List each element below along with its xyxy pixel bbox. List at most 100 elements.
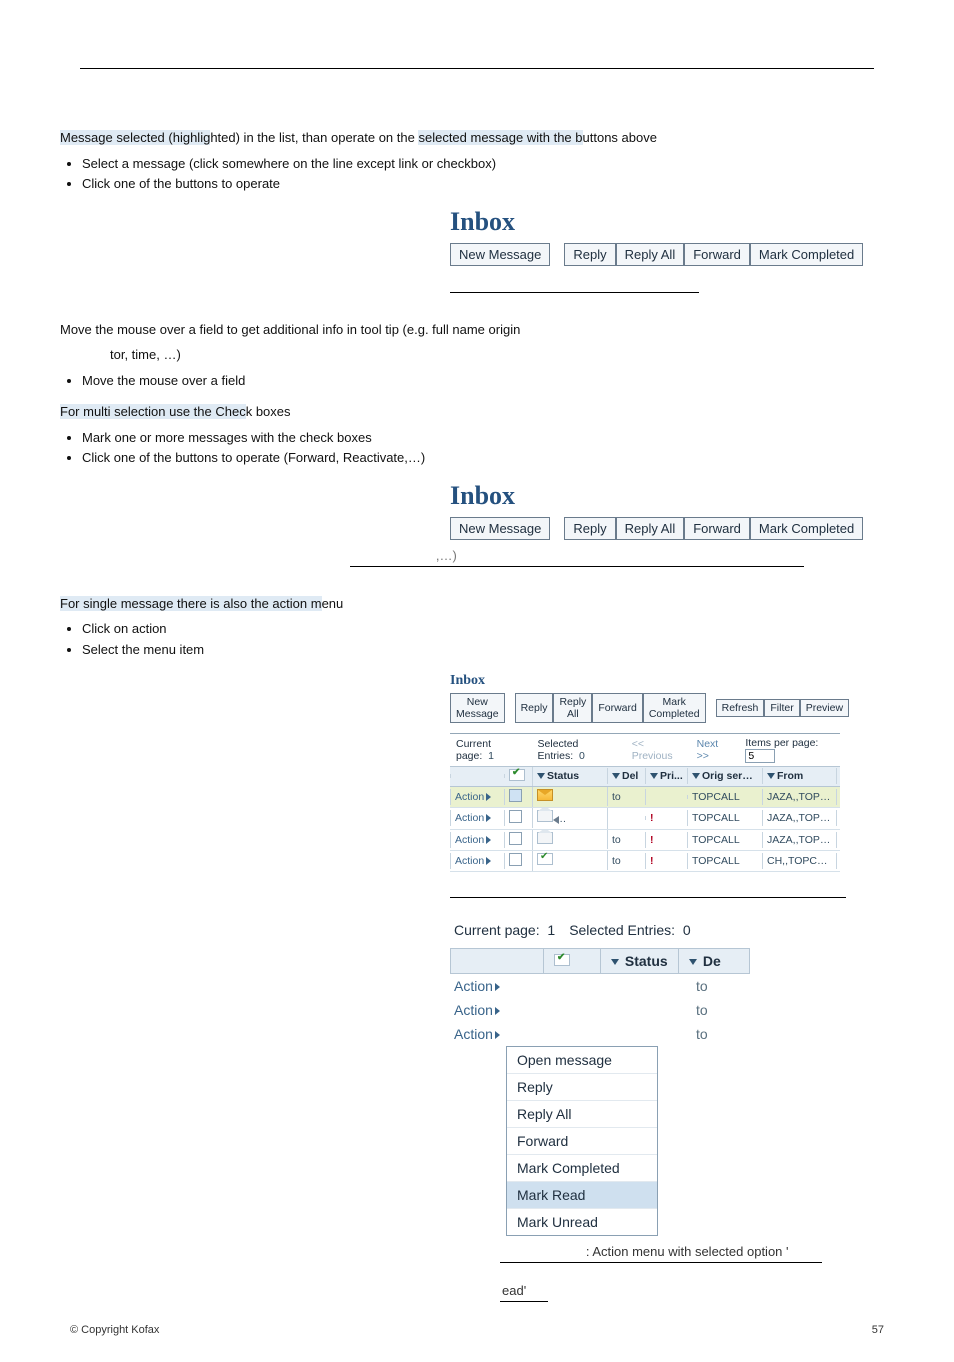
table-row[interactable]: Actionto!TOPCALLCH,,TOPCALL xyxy=(450,851,840,872)
mark-completed-button[interactable]: Mark Completed xyxy=(750,517,863,540)
orig-cell: TOPCALL xyxy=(688,810,763,826)
status-header[interactable]: Status xyxy=(601,948,679,973)
pri-cell: ! xyxy=(646,832,688,848)
bullet-item: Select the menu item xyxy=(82,641,894,659)
status-cell xyxy=(533,830,608,849)
preview-button[interactable]: Preview xyxy=(800,699,849,717)
inbox-title: Inbox xyxy=(450,207,894,237)
from-cell: JAZA,,TOPCALL xyxy=(763,789,837,805)
body-text-3: For single message there is also the act… xyxy=(60,595,894,659)
caret-right-icon xyxy=(495,1031,500,1039)
reply-button[interactable]: Reply xyxy=(515,693,554,723)
inbox-title: Inbox xyxy=(450,481,894,511)
orig-cell: TOPCALL xyxy=(688,789,763,805)
header-row: Status Del Pri... Orig servi... From xyxy=(450,766,840,787)
action-link[interactable]: Action xyxy=(454,1002,493,1018)
del-header[interactable]: Del xyxy=(608,768,646,784)
reply-all-button[interactable]: Reply All xyxy=(616,517,685,540)
caret-right-icon xyxy=(486,793,491,801)
envelope-icon xyxy=(537,832,553,844)
reply-all-button[interactable]: Reply All xyxy=(553,693,592,723)
toolbar: New Message Reply Reply All Forward Mark… xyxy=(450,517,894,540)
table-row[interactable]: Actionto!TOPCALLJAZA,,TOPCALL xyxy=(450,830,840,851)
action-menu-item[interactable]: Mark Completed xyxy=(507,1155,657,1182)
envelope-icon xyxy=(537,810,553,822)
table-row[interactable]: Action unread message!TOPCALLJAZA,,TOPCA… xyxy=(450,808,840,830)
caret-right-icon xyxy=(495,983,500,991)
filter-icon xyxy=(650,773,658,779)
bullets-4: Click on action Select the menu item xyxy=(60,620,894,658)
action-menu-item[interactable]: Mark Unread xyxy=(507,1209,657,1235)
row-checkbox[interactable] xyxy=(509,853,522,866)
action-link[interactable]: Action xyxy=(455,791,484,803)
mark-completed-button[interactable]: Mark Completed xyxy=(643,693,706,723)
forward-button[interactable]: Forward xyxy=(592,693,643,723)
filter-icon xyxy=(612,773,620,779)
checkbox-header[interactable] xyxy=(544,948,601,973)
figure-1: Inbox New Message Reply Reply All Forwar… xyxy=(450,207,894,266)
new-message-button[interactable]: New Message xyxy=(450,517,550,540)
from-header[interactable]: From xyxy=(763,768,837,784)
action-menu-item[interactable]: Open message xyxy=(507,1047,657,1074)
caret-right-icon xyxy=(486,836,491,844)
action-link[interactable]: Action xyxy=(455,855,484,867)
action-menu-item[interactable]: Forward xyxy=(507,1128,657,1155)
envelope-check-icon xyxy=(554,954,570,966)
pager: Current page: 1 Selected Entries: 0 << P… xyxy=(450,734,840,766)
table-row[interactable]: Action to xyxy=(450,974,750,998)
table-row[interactable]: Actionto xyxy=(450,1022,750,1046)
refresh-button[interactable]: Refresh xyxy=(716,699,765,717)
orig-header[interactable]: Orig servi... xyxy=(688,768,763,784)
del-cell: to xyxy=(696,978,746,994)
status-header[interactable]: Status xyxy=(533,768,608,784)
envelope-icon xyxy=(537,789,553,801)
toolbar: New Message Reply Reply All Forward Mark… xyxy=(450,243,894,266)
caret-right-icon xyxy=(486,857,491,865)
forward-button[interactable]: Forward xyxy=(684,243,750,266)
figure-3: Inbox New Message Reply Reply All Forwar… xyxy=(450,673,840,872)
de-header[interactable]: De xyxy=(679,948,750,973)
row-checkbox[interactable] xyxy=(509,810,522,823)
reply-all-button[interactable]: Reply All xyxy=(616,243,685,266)
current-page-value: 1 xyxy=(547,922,555,938)
pri-header[interactable]: Pri... xyxy=(646,768,688,784)
table-row[interactable]: ActiontoTOPCALLJAZA,,TOPCALL xyxy=(450,787,840,808)
envelope-icon xyxy=(537,853,553,865)
action-menu-item[interactable]: Reply All xyxy=(507,1101,657,1128)
row-checkbox[interactable] xyxy=(509,789,522,802)
mark-completed-button[interactable]: Mark Completed xyxy=(750,243,863,266)
action-link[interactable]: Action xyxy=(454,1026,493,1042)
forward-button[interactable]: Forward xyxy=(684,517,750,540)
reply-button[interactable]: Reply xyxy=(564,243,615,266)
items-per-page-input[interactable] xyxy=(745,749,775,763)
row-checkbox[interactable] xyxy=(509,832,522,845)
action-menu-item[interactable]: Reply xyxy=(507,1074,657,1101)
del-cell xyxy=(608,816,646,820)
caret-right-icon xyxy=(495,1007,500,1015)
previous-link: << Previous xyxy=(632,738,679,762)
action-menu: Open messageReplyReply AllForwardMark Co… xyxy=(506,1046,658,1236)
new-message-button[interactable]: New Message xyxy=(450,693,505,723)
filter-icon xyxy=(692,773,700,779)
new-message-button[interactable]: New Message xyxy=(450,243,550,266)
next-link[interactable]: Next >> xyxy=(697,738,728,762)
figure-4-caption-2: ead' xyxy=(500,1281,548,1302)
action-link[interactable]: Action xyxy=(454,978,493,994)
table-row[interactable]: Actionto xyxy=(450,998,750,1022)
page: Message selected (highlighted) in the li… xyxy=(0,0,954,1362)
action-link[interactable]: Action xyxy=(455,812,484,824)
filter-icon xyxy=(611,959,619,965)
selected-entries-value: 0 xyxy=(683,922,691,938)
reply-button[interactable]: Reply xyxy=(564,517,615,540)
action-menu-item[interactable]: Mark Read xyxy=(507,1182,657,1209)
figure-2: Inbox New Message Reply Reply All Forwar… xyxy=(450,481,894,540)
action-link[interactable]: Action xyxy=(455,834,484,846)
figure-2-caption: Screenshot 27Click one of the buttons to… xyxy=(350,546,804,567)
checkbox-header[interactable] xyxy=(505,767,533,786)
body-text-2: Move the mouse over a field to get addit… xyxy=(60,321,894,467)
page-footer: © Copyright Kofax 57 xyxy=(70,1324,884,1336)
filter-button[interactable]: Filter xyxy=(764,699,799,717)
bullet-item: Click one of the buttons to operate (For… xyxy=(82,449,894,467)
header-table: Status De xyxy=(450,948,750,974)
status-cell xyxy=(533,851,608,870)
